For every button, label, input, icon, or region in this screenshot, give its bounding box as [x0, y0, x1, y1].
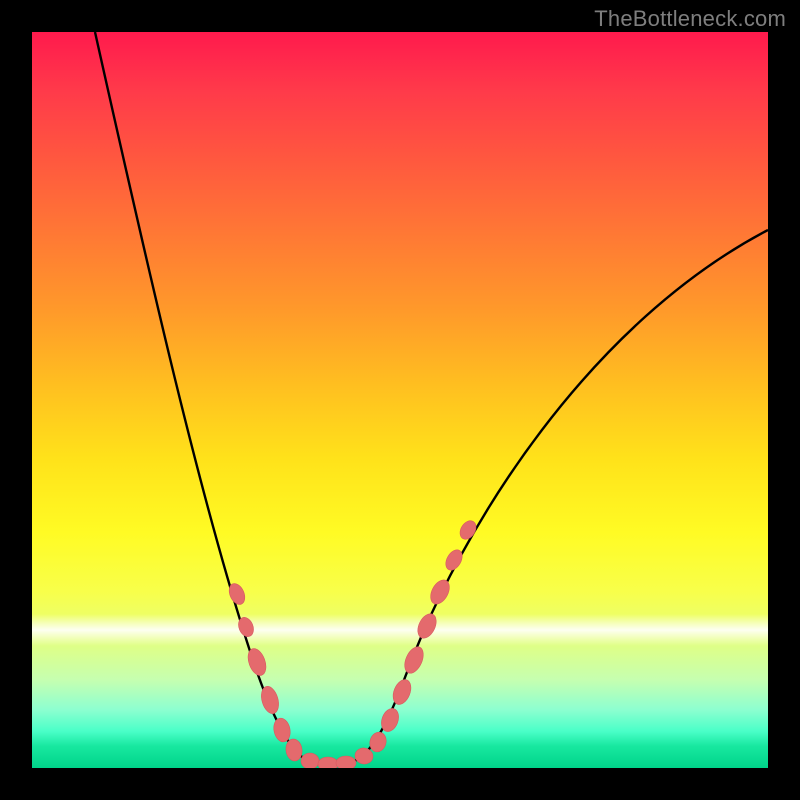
chart-svg — [32, 32, 768, 768]
curve-marker — [318, 757, 338, 768]
curve-group — [95, 32, 768, 764]
chart-frame: TheBottleneck.com — [0, 0, 800, 800]
curve-marker — [258, 684, 281, 715]
curve-left — [95, 32, 342, 764]
curve-marker — [390, 677, 415, 707]
curve-marker — [368, 730, 389, 754]
watermark-text: TheBottleneck.com — [594, 6, 786, 32]
curve-marker — [301, 753, 319, 768]
curve-marker — [272, 717, 293, 744]
curve-marker — [354, 747, 375, 766]
marker-group — [226, 518, 479, 768]
curve-marker — [457, 518, 479, 542]
curve-marker — [245, 646, 270, 678]
curve-marker — [401, 644, 427, 676]
curve-marker — [414, 611, 440, 641]
curve-marker — [427, 577, 453, 607]
curve-marker — [336, 756, 356, 768]
